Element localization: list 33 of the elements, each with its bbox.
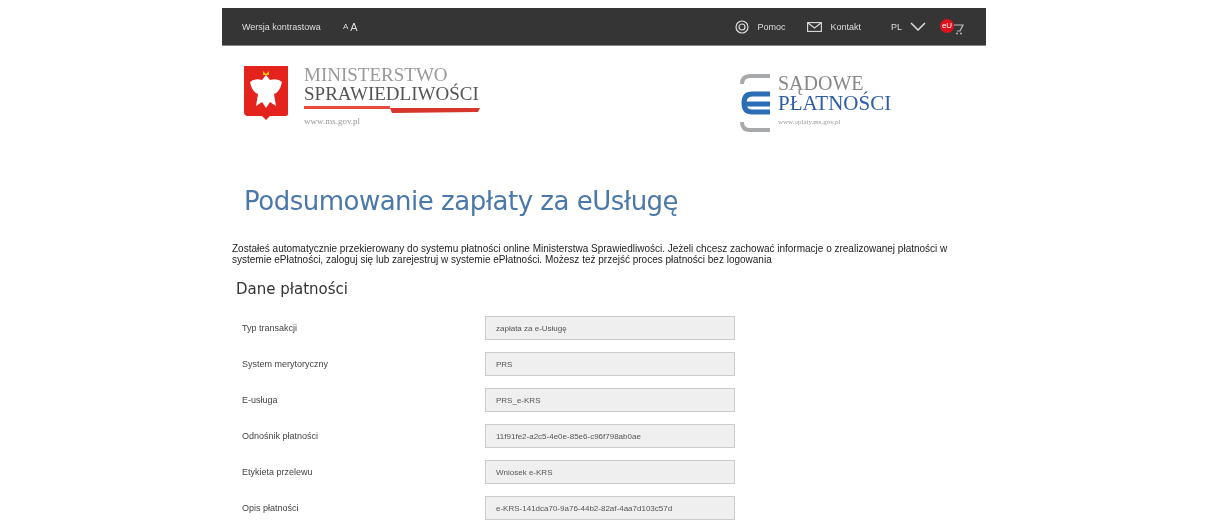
readonly-field[interactable]: Wniosek e-KRS	[485, 460, 735, 484]
section-title: Dane płatności	[236, 280, 350, 298]
cart-icon	[954, 22, 964, 35]
lifebuoy-icon	[735, 19, 750, 34]
field-label: E-usługa	[241, 395, 279, 405]
field-label: Odnośnik płatności	[241, 431, 320, 441]
flag-ribbon-icon	[304, 106, 480, 114]
readonly-field[interactable]: e-KRS-141dca70-9a76-44b2-82af-4aa7d103c57d	[485, 496, 735, 520]
logo-title: PŁATNOŚCI	[778, 93, 892, 114]
field-label: System merytoryczny	[241, 359, 329, 369]
readonly-field[interactable]: zapłata za e-Usługę	[485, 316, 735, 340]
envelope-icon	[807, 21, 823, 32]
language-dropdown[interactable]: PL	[891, 21, 926, 32]
field-label: Opis płatności	[241, 503, 300, 513]
logo-title: MINISTERSTWO	[304, 66, 448, 84]
font-size-large-button[interactable]: A	[350, 20, 358, 33]
page-title: Podsumowanie zapłaty za eUsługę	[244, 186, 680, 216]
logo-title: SPRAWIEDLIWOŚCI	[304, 84, 480, 104]
help-link[interactable]: Pomoc	[757, 21, 786, 32]
contrast-link[interactable]: Wersja kontrastowa	[242, 21, 321, 32]
intro-paragraph: Zostałeś automatycznie przekierowany do systemu płatności online Ministerstwa Sprawiedliwości. Jeżeli chcesz zachować informacje o zrealizowanej płatności w systemie ePłatności, zaloguj się lub zarejestruj w systemie ePłatności. Możesz też przejść proces płatności bez logowania	[232, 243, 949, 265]
field-label: Etykieta przelewu	[241, 467, 314, 477]
logo-url: www.ms.gov.pl	[304, 116, 362, 126]
readonly-field[interactable]: PRS_e-KRS	[485, 388, 735, 412]
field-label: Typ transakcji	[241, 323, 299, 333]
chevron-down-icon	[910, 22, 926, 31]
font-size-small-button[interactable]: A	[342, 22, 349, 31]
cart-badge[interactable]: eU	[940, 18, 954, 33]
contact-link[interactable]: Kontakt	[830, 21, 861, 32]
logo-title: SĄDOWE	[778, 74, 864, 93]
readonly-field[interactable]: PRS	[485, 352, 735, 376]
payments-emblem-icon	[740, 74, 772, 132]
readonly-field[interactable]: 11f91fe2-a2c5-4e0e-85e6-c96f798ab0ae	[485, 424, 735, 448]
